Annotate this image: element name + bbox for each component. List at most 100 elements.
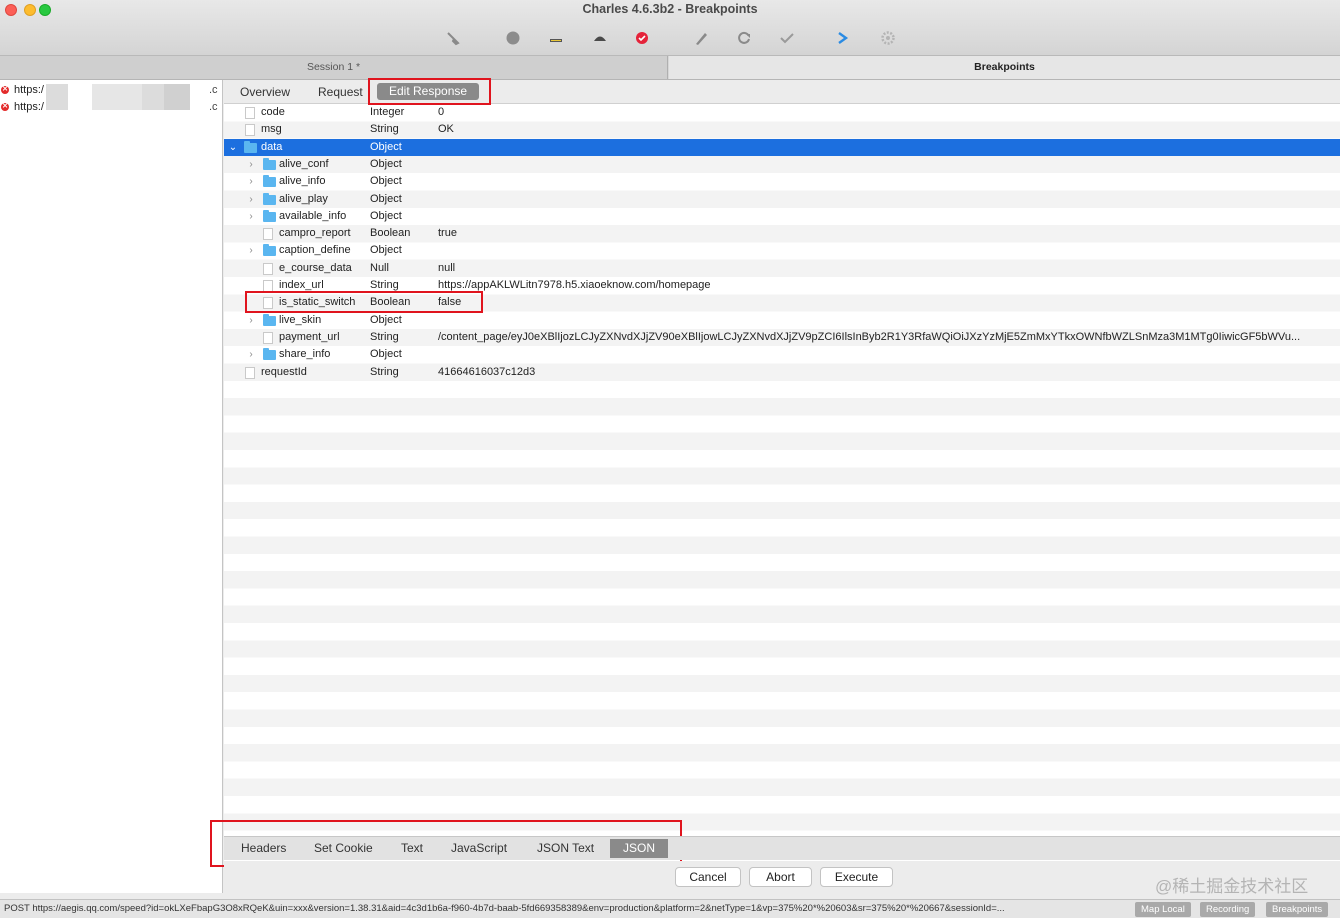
- compose-icon[interactable]: [692, 29, 710, 47]
- file-icon: [245, 366, 255, 379]
- breakpoints-status-button[interactable]: Breakpoints: [1266, 902, 1329, 917]
- value-type: Integer: [370, 106, 405, 118]
- tree-row[interactable]: msg String OK: [224, 121, 1340, 138]
- record-icon[interactable]: [504, 29, 522, 47]
- key-name: available_info: [279, 209, 347, 222]
- tree-row[interactable]: › available_info Object: [224, 208, 1340, 225]
- folder-icon: [263, 244, 276, 257]
- tree-row[interactable]: code Integer 0: [224, 104, 1340, 121]
- tab-overview[interactable]: Overview: [240, 85, 290, 99]
- tab-request[interactable]: Request: [318, 85, 363, 99]
- key-name: data: [261, 140, 283, 153]
- value-type: Boolean: [370, 227, 411, 240]
- tab-json[interactable]: JSON: [610, 839, 669, 858]
- window-chrome: Charles 4.6.3b2 - Breakpoints: [0, 0, 1340, 56]
- value[interactable]: true: [438, 225, 1338, 242]
- value[interactable]: OK: [438, 121, 1338, 138]
- value[interactable]: null: [438, 260, 1338, 277]
- tab-text[interactable]: Text: [401, 841, 423, 855]
- value-type: Null: [370, 261, 389, 274]
- chevron-right-icon[interactable]: ›: [246, 346, 256, 363]
- annotation-box-edit-response: [368, 78, 491, 105]
- repeat-icon[interactable]: [735, 29, 753, 47]
- recording-button[interactable]: Recording: [1200, 902, 1256, 917]
- key-name: payment_url: [279, 330, 340, 343]
- tab-session[interactable]: Session 1 *: [0, 56, 668, 79]
- chevron-right-icon[interactable]: ›: [246, 242, 256, 259]
- validate-icon[interactable]: [778, 29, 796, 47]
- tree-row[interactable]: › alive_conf Object: [224, 156, 1340, 173]
- tab-headers[interactable]: Headers: [241, 841, 286, 855]
- key-name: alive_info: [279, 175, 326, 188]
- chevron-down-icon[interactable]: ⌄: [228, 139, 238, 156]
- session-tabstrip: Session 1 * Breakpoints: [0, 56, 1340, 80]
- value-type: Object: [370, 175, 402, 188]
- tree-row[interactable]: › alive_play Object: [224, 191, 1340, 208]
- value-type: String: [370, 365, 399, 378]
- tools-icon[interactable]: [834, 29, 852, 47]
- throttle-icon[interactable]: [547, 29, 565, 47]
- value[interactable]: 0: [438, 104, 1338, 121]
- tree-row[interactable]: › caption_define Object: [224, 242, 1340, 259]
- chevron-right-icon[interactable]: ›: [246, 156, 256, 173]
- redaction-blur: [46, 84, 68, 110]
- key-name: e_course_data: [279, 261, 352, 274]
- tree-row[interactable]: › live_skin Object: [224, 312, 1340, 329]
- chevron-right-icon[interactable]: ›: [246, 312, 256, 329]
- tree-row-selected[interactable]: ⌄ data Object: [224, 138, 1340, 156]
- tree-row[interactable]: requestId String 41664616037c12d3: [224, 364, 1340, 381]
- status-text: POST https://aegis.qq.com/speed?id=okLXe…: [4, 903, 1005, 914]
- tab-breakpoints[interactable]: Breakpoints: [669, 56, 1340, 79]
- key-name: requestId: [261, 365, 307, 378]
- value-type: String: [370, 123, 399, 136]
- key-name: live_skin: [279, 313, 322, 326]
- redaction-blur: [142, 84, 164, 110]
- settings-icon[interactable]: [879, 29, 897, 47]
- key-name: code: [261, 106, 285, 118]
- tab-javascript[interactable]: JavaScript: [451, 841, 507, 855]
- tab-set-cookie[interactable]: Set Cookie: [314, 841, 373, 855]
- folder-icon: [263, 313, 276, 326]
- tree-row[interactable]: › share_info Object: [224, 346, 1340, 363]
- value-type: Object: [370, 140, 402, 153]
- value-type: Object: [370, 313, 402, 326]
- value[interactable]: 41664616037c12d3: [438, 364, 1338, 381]
- map-local-button[interactable]: Map Local: [1135, 902, 1191, 917]
- folder-icon: [263, 348, 276, 361]
- broom-icon[interactable]: [444, 29, 462, 47]
- body-view-tabs: Headers Set Cookie Text JavaScript JSON …: [224, 836, 1340, 860]
- execute-button[interactable]: Execute: [820, 867, 893, 887]
- chevron-right-icon[interactable]: ›: [246, 208, 256, 225]
- chevron-right-icon[interactable]: ›: [246, 173, 256, 190]
- folder-icon: [263, 209, 276, 222]
- key-name: share_info: [279, 348, 331, 361]
- value-type: Object: [370, 192, 402, 205]
- tree-row[interactable]: › alive_info Object: [224, 173, 1340, 190]
- tab-json-text[interactable]: JSON Text: [537, 841, 594, 855]
- redaction-blur: [164, 84, 190, 110]
- value[interactable]: /content_page/eyJ0eXBlIjozLCJyZXNvdXJjZV…: [438, 329, 1338, 346]
- chevron-right-icon[interactable]: ›: [246, 191, 256, 208]
- request-url: https:/: [14, 84, 44, 96]
- tree-row[interactable]: payment_url String /content_page/eyJ0eXB…: [224, 329, 1340, 346]
- folder-icon: [244, 140, 257, 153]
- tree-row[interactable]: campro_report Boolean true: [224, 225, 1340, 242]
- file-icon: [263, 262, 273, 275]
- value[interactable]: https://appAKLWLitn7978.h5.xiaoeknow.com…: [438, 277, 1338, 294]
- tree-row[interactable]: e_course_data Null null: [224, 260, 1340, 277]
- breakpoint-badge-icon: ✕: [1, 86, 9, 94]
- status-bar: POST https://aegis.qq.com/speed?id=okLXe…: [0, 899, 1340, 918]
- redaction-blur: [92, 84, 142, 110]
- turtle-icon[interactable]: [591, 29, 609, 47]
- value-type: Object: [370, 348, 402, 361]
- value-type: Object: [370, 157, 402, 170]
- cancel-button[interactable]: Cancel: [675, 867, 741, 887]
- abort-button[interactable]: Abort: [749, 867, 812, 887]
- value-type: Object: [370, 244, 402, 257]
- json-tree: code Integer 0 msg String OK ⌄ data Obje…: [224, 104, 1340, 834]
- window-title: Charles 4.6.3b2 - Breakpoints: [582, 2, 758, 16]
- breakpoint-icon[interactable]: [633, 29, 651, 47]
- value[interactable]: false: [438, 294, 1338, 311]
- key-name: campro_report: [279, 227, 351, 240]
- breakpoint-editor: Overview Request Edit Response code Inte…: [224, 80, 1340, 893]
